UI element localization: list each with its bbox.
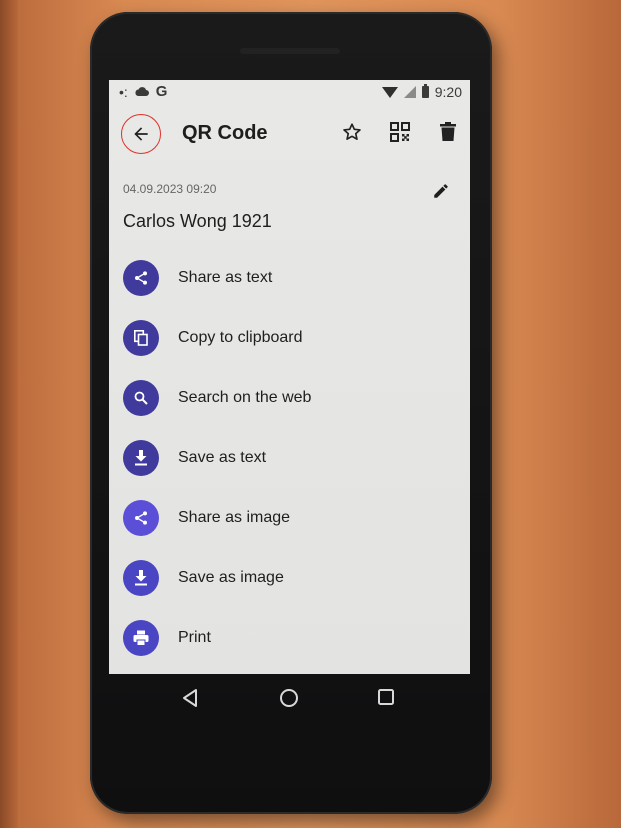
action-label: Share as text xyxy=(178,269,273,286)
action-share-as-text[interactable]: Share as text xyxy=(109,248,470,308)
back-button[interactable] xyxy=(121,114,161,154)
download-icon xyxy=(135,570,147,586)
delete-button[interactable] xyxy=(436,120,460,144)
action-label: Search on the web xyxy=(178,389,312,406)
nav-recent-apps-button[interactable] xyxy=(377,688,395,711)
action-save-as-text[interactable]: Save as text xyxy=(109,428,470,488)
circle-home-icon xyxy=(280,689,298,707)
battery-icon xyxy=(421,84,429,98)
action-label: Print xyxy=(178,629,211,646)
google-icon: G xyxy=(155,83,168,100)
page-title: QR Code xyxy=(182,122,268,144)
action-icon-circle xyxy=(123,620,159,656)
action-save-as-image[interactable]: Save as image xyxy=(109,548,470,608)
wifi-icon xyxy=(381,86,398,98)
nav-home-button[interactable] xyxy=(279,688,299,713)
action-copy-to-clipboard[interactable]: Copy to clipboard xyxy=(109,308,470,368)
action-icon-circle xyxy=(123,500,159,536)
action-print[interactable]: Print xyxy=(109,608,470,668)
background-wall xyxy=(0,0,18,828)
arrow-back-icon xyxy=(134,127,148,141)
action-label: Save as text xyxy=(178,449,267,466)
record-date: 04.09.2023 09:20 xyxy=(123,182,217,196)
signal-icon xyxy=(403,86,416,98)
action-label: Save as image xyxy=(178,569,284,586)
pencil-icon xyxy=(434,184,448,198)
triangle-back-icon xyxy=(183,689,197,707)
navigation-bar xyxy=(109,674,470,728)
nav-back-button[interactable] xyxy=(181,688,199,713)
download-icon xyxy=(135,450,147,466)
action-label: Share as image xyxy=(178,509,291,526)
app-toolbar: QR Code xyxy=(109,110,470,158)
favorite-button[interactable] xyxy=(340,120,364,144)
action-label: Copy to clipboard xyxy=(178,329,303,346)
record-title: Carlos Wong 1921 xyxy=(123,211,272,231)
phone-speaker xyxy=(240,48,340,54)
copy-icon xyxy=(134,330,148,346)
notification-dots-icon: •: xyxy=(119,84,128,100)
status-time: 9:20 xyxy=(434,84,462,100)
status-bar: •: G 9:20 xyxy=(109,80,470,106)
action-list: Share as text Copy to clipboard Search o… xyxy=(109,248,470,668)
action-icon-circle xyxy=(123,560,159,596)
cloud-icon xyxy=(134,84,150,100)
edit-button[interactable] xyxy=(432,182,450,200)
action-icon-circle xyxy=(123,320,159,356)
square-recent-icon xyxy=(378,689,394,705)
action-icon-circle xyxy=(123,260,159,296)
qr-code-icon xyxy=(390,122,410,142)
share-icon xyxy=(135,271,147,285)
trash-icon xyxy=(440,122,456,141)
show-qr-button[interactable] xyxy=(388,120,412,144)
print-icon xyxy=(133,630,149,646)
action-icon-circle xyxy=(123,440,159,476)
star-outline-icon xyxy=(343,123,361,140)
search-icon xyxy=(134,391,148,405)
screen: •: G 9:20 QR Code 04.09.2023 09:20 Carlo… xyxy=(109,80,470,674)
phone-device: •: G 9:20 QR Code 04.09.2023 09:20 Carlo… xyxy=(90,12,492,814)
action-share-as-image[interactable]: Share as image xyxy=(109,488,470,548)
action-search-on-web[interactable]: Search on the web xyxy=(109,368,470,428)
share-icon xyxy=(135,511,147,525)
action-icon-circle xyxy=(123,380,159,416)
